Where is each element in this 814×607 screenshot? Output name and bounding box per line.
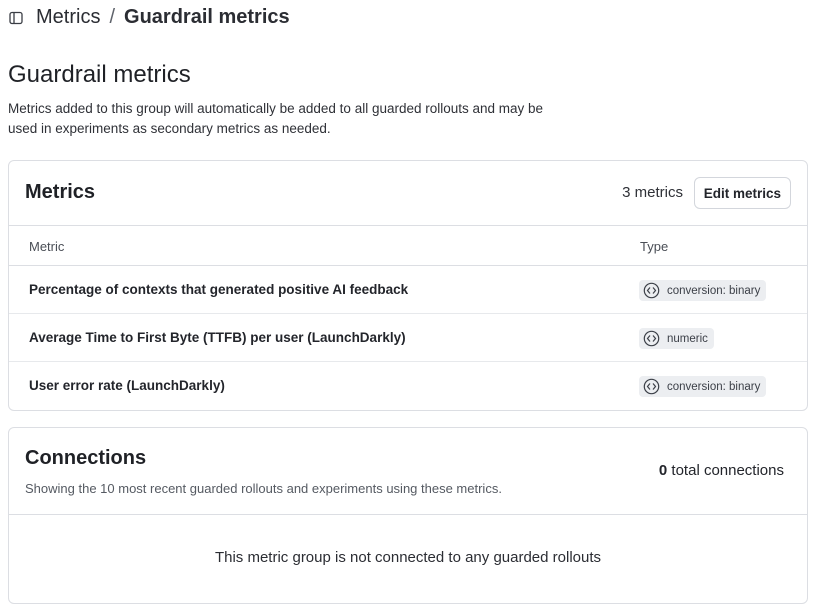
column-header-type: Type — [640, 239, 669, 254]
code-circle-icon — [643, 330, 660, 347]
top-bar: Metrics / Guardrail metrics — [0, 0, 814, 38]
metric-name[interactable]: User error rate (LaunchDarkly) — [29, 378, 225, 393]
page-description: Metrics added to this group will automat… — [8, 101, 544, 136]
metrics-card-title: Metrics — [25, 181, 96, 203]
breadcrumb-current: Guardrail metrics — [124, 6, 290, 28]
metrics-card-header: Metrics 3 metrics Edit metrics — [9, 161, 807, 226]
breadcrumb: Metrics / Guardrail metrics — [36, 6, 290, 29]
metrics-table-header: Metric Type — [9, 226, 807, 266]
breadcrumb-metrics-link[interactable]: Metrics — [36, 6, 100, 29]
connections-card-header: Connections Showing the 10 most recent g… — [9, 428, 807, 515]
connections-card-title: Connections — [25, 447, 147, 469]
metrics-count: 3 metrics — [622, 184, 683, 201]
metrics-table-body: Percentage of contexts that generated po… — [9, 266, 807, 410]
metric-type-badge: conversion: binary — [639, 280, 767, 301]
total-connections: 0 total connections — [659, 462, 784, 479]
total-connections-label: total connections — [671, 462, 784, 479]
page-title: Guardrail metrics — [8, 61, 191, 88]
metrics-card: Metrics 3 metrics Edit metrics Metric Ty… — [8, 160, 808, 411]
empty-state-message: This metric group is not connected to an… — [214, 549, 602, 566]
total-connections-number: 0 — [658, 462, 668, 479]
table-row[interactable]: Percentage of contexts that generated po… — [9, 266, 807, 314]
sidebar-toggle-icon[interactable] — [9, 11, 23, 25]
metric-type-badge: numeric — [639, 328, 714, 349]
metric-type-label: numeric — [667, 332, 708, 345]
code-circle-icon — [643, 378, 660, 395]
code-circle-icon — [643, 282, 660, 299]
metric-name[interactable]: Average Time to First Byte (TTFB) per us… — [29, 330, 406, 345]
connections-card: Connections Showing the 10 most recent g… — [8, 427, 808, 604]
edit-metrics-button[interactable]: Edit metrics — [693, 177, 791, 209]
metric-type-label: conversion: binary — [667, 380, 761, 393]
column-header-metric: Metric — [29, 239, 65, 254]
table-row[interactable]: User error rate (LaunchDarkly) conversio… — [9, 362, 807, 410]
breadcrumb-separator: / — [109, 6, 116, 28]
metric-type-badge: conversion: binary — [639, 376, 767, 397]
table-row[interactable]: Average Time to First Byte (TTFB) per us… — [9, 314, 807, 362]
connections-subtitle: Showing the 10 most recent guarded rollo… — [25, 481, 502, 496]
metric-name[interactable]: Percentage of contexts that generated po… — [29, 282, 408, 297]
metric-type-label: conversion: binary — [667, 284, 761, 297]
